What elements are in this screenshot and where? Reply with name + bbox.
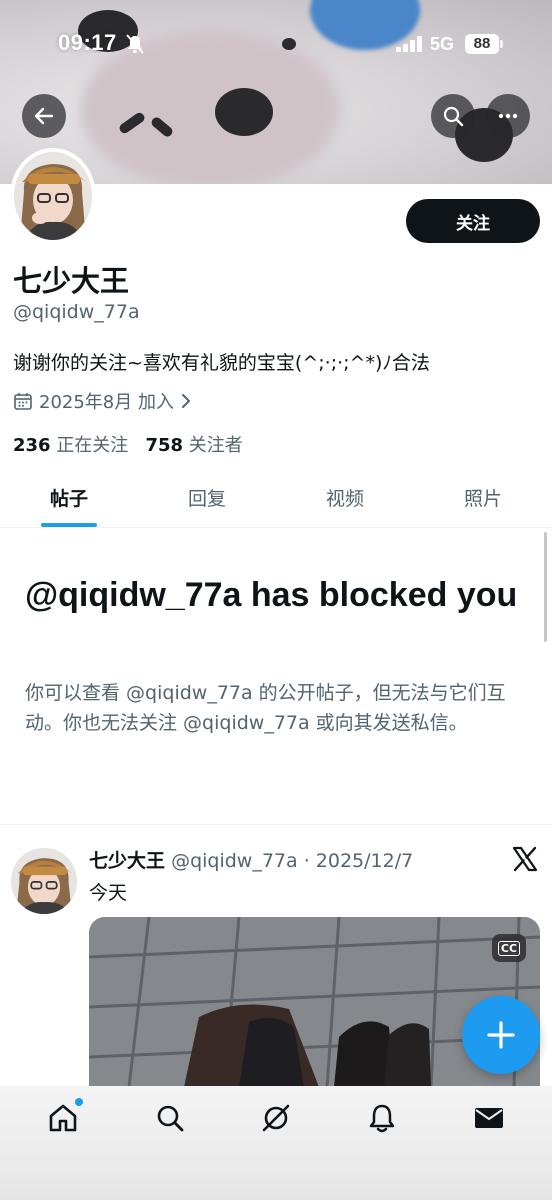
- post-handle-date: @qiqidw_77a · 2025/12/7: [171, 850, 414, 872]
- followers-label: 关注者: [188, 435, 243, 456]
- divider: [0, 824, 552, 825]
- bottom-nav: [0, 1086, 552, 1200]
- nav-home[interactable]: [33, 1086, 93, 1150]
- avatar-image: [11, 848, 77, 914]
- status-time: 09:17: [58, 30, 117, 55]
- tab-replies[interactable]: 回复: [138, 468, 276, 527]
- following-count: 236: [13, 435, 51, 456]
- bell-icon: [370, 1104, 395, 1133]
- calendar-icon: [14, 393, 32, 410]
- profile-tabs: 帖子 回复 视频 照片: [0, 468, 552, 528]
- search-icon: [157, 1105, 183, 1132]
- chevron-right-icon: [181, 394, 190, 408]
- mail-icon: [474, 1108, 503, 1128]
- tab-videos[interactable]: 视频: [276, 468, 414, 527]
- more-icon: [498, 113, 518, 119]
- battery-indicator: 88: [465, 34, 503, 54]
- back-arrow-icon: [34, 107, 54, 125]
- nav-notifications[interactable]: [352, 1086, 412, 1150]
- followers-count: 758: [145, 435, 184, 456]
- post-author-name[interactable]: 七少大王: [89, 850, 165, 872]
- signal-icon: [396, 36, 422, 52]
- search-icon: [443, 106, 464, 127]
- closed-captions-button[interactable]: CC: [492, 934, 526, 962]
- following-stat[interactable]: 236 正在关注: [13, 435, 128, 456]
- status-bar: 09:17 5G 88: [0, 0, 552, 90]
- following-label: 正在关注: [56, 435, 129, 456]
- joined-date-row[interactable]: 2025年8月 加入: [13, 388, 192, 414]
- home-icon: [49, 1104, 77, 1132]
- back-button[interactable]: [22, 94, 66, 138]
- grok-icon: [262, 1104, 290, 1132]
- post-header: 七少大王 @qiqidw_77a · 2025/12/7: [89, 846, 413, 873]
- plus-icon: [487, 1021, 515, 1049]
- notification-dot: [75, 1098, 84, 1106]
- follow-button[interactable]: 关注: [406, 199, 540, 243]
- blocked-title: @qiqidw_77a has blocked you: [25, 576, 518, 614]
- follow-stats: 236 正在关注 758 关注者: [13, 431, 243, 457]
- more-button[interactable]: [486, 94, 530, 138]
- network-type: 5G: [430, 34, 455, 54]
- post-text: 今天: [89, 882, 128, 904]
- profile-bio: 谢谢你的关注~喜欢有礼貌的宝宝(^;·;·;^*)ﾉ合法: [13, 352, 430, 374]
- tab-photos[interactable]: 照片: [414, 468, 552, 527]
- compose-button[interactable]: [462, 996, 540, 1074]
- tab-posts[interactable]: 帖子: [0, 468, 138, 527]
- profile-avatar[interactable]: [10, 148, 96, 244]
- post-avatar[interactable]: [11, 848, 77, 914]
- nav-grok[interactable]: [246, 1086, 306, 1150]
- search-button[interactable]: [431, 94, 475, 138]
- banner-eye-right: [215, 88, 273, 136]
- profile-handle: @qiqidw_77a: [13, 301, 140, 323]
- scrollbar[interactable]: [544, 532, 547, 642]
- blocked-message: 你可以查看 @qiqidw_77a 的公开帖子，但无法与它们互动。你也无法关注 …: [25, 682, 506, 734]
- nav-search[interactable]: [140, 1086, 200, 1150]
- profile-name: 七少大王: [13, 264, 130, 298]
- nav-messages[interactable]: [459, 1086, 519, 1150]
- cc-label: CC: [497, 940, 521, 956]
- followers-stat[interactable]: 758 关注者: [145, 435, 242, 456]
- avatar-image: [14, 152, 92, 240]
- x-logo-icon: [512, 846, 538, 872]
- silent-bell-icon: [126, 34, 144, 54]
- joined-date: 2025年8月 加入: [39, 392, 174, 413]
